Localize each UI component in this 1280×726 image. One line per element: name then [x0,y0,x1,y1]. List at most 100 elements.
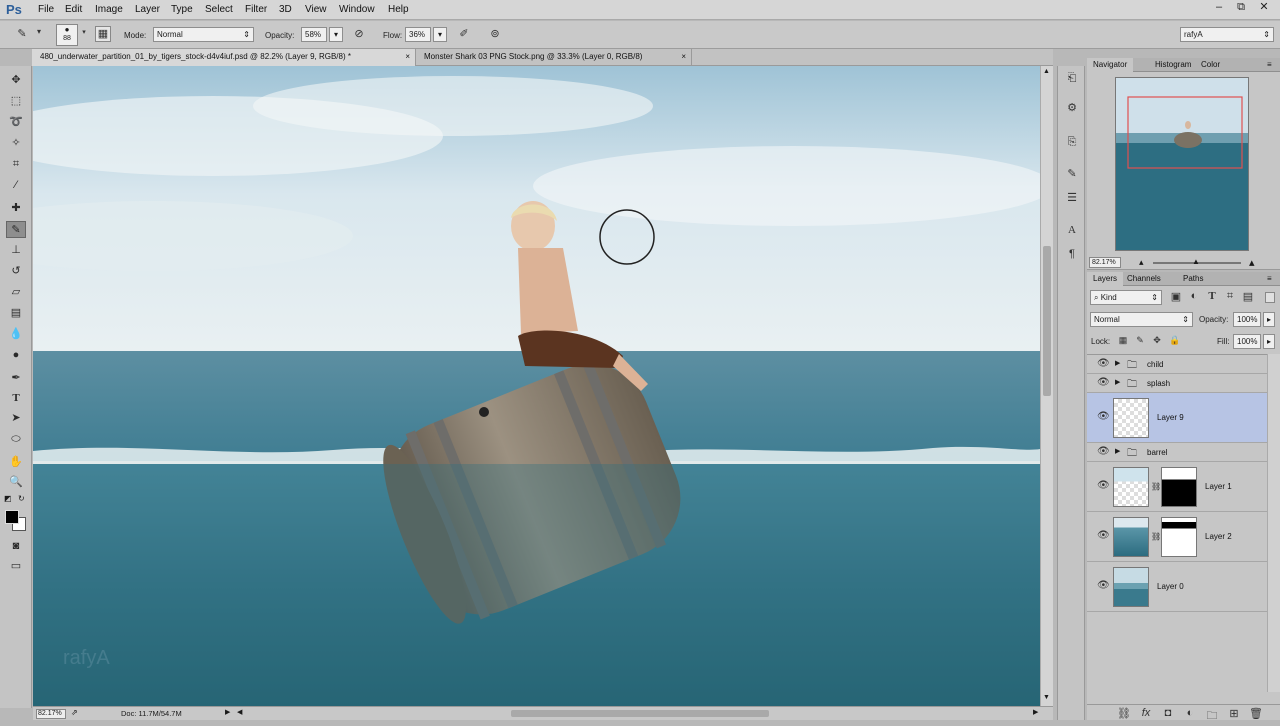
history-brush-tool-icon[interactable]: ↺ [6,263,26,280]
brush-tool-icon[interactable]: ✎ [6,221,26,238]
brush-size-dropdown-icon[interactable]: ▾ [80,28,88,36]
tab-histogram[interactable]: Histogram [1149,58,1197,72]
airbrush-icon[interactable]: ✐ [456,27,472,40]
blur-tool-icon[interactable]: 💧 [6,326,26,343]
panel-menu-icon[interactable]: ≡ [1267,274,1272,283]
path-select-tool-icon[interactable]: ➤ [6,410,26,427]
scroll-left-icon[interactable]: ◀ [237,708,242,716]
menu-image[interactable]: Image [95,4,123,15]
swap-colors-icon[interactable]: ↻ [18,494,25,503]
layer-row-barrel[interactable]: 👁 ▶ 🗀 barrel [1087,443,1267,462]
character-panel-icon[interactable]: A [1063,222,1081,238]
fill-dropdown-icon[interactable]: ▸ [1263,334,1275,349]
fill-field[interactable]: 100% [1233,334,1261,349]
layer-row-child[interactable]: 👁 ▶ 🗀 child [1087,355,1267,374]
scroll-up-icon[interactable]: ▲ [1043,68,1050,75]
tab-close-icon[interactable]: × [681,49,686,65]
tab-close-icon[interactable]: × [405,49,410,65]
tab-color[interactable]: Color [1195,58,1226,72]
layer-mask-thumbnail[interactable] [1161,467,1197,507]
new-group-icon[interactable]: 🗀 [1205,707,1219,726]
zoom-field[interactable]: 82.17% [36,709,66,719]
lock-pixels-icon[interactable]: ✎ [1134,335,1146,346]
tab-channels[interactable]: Channels [1121,272,1167,286]
navigator-zoom-field[interactable]: 82.17% [1089,257,1121,268]
menu-type[interactable]: Type [171,4,193,15]
workspace-select[interactable]: rafyA ⇕ [1180,27,1274,42]
brush-presets-panel-icon[interactable]: ✎ [1063,166,1081,182]
close-button[interactable]: ✕ [1255,2,1273,15]
link-layers-icon[interactable]: ⛓ [1117,707,1131,720]
layer-filter-select[interactable]: ⌕ Kind ⇕ [1090,290,1162,305]
lock-all-icon[interactable]: 🔒 [1169,335,1181,346]
tab-navigator[interactable]: Navigator [1087,58,1134,72]
visibility-eye-icon[interactable]: 👁 [1097,358,1110,369]
menu-file[interactable]: File [38,4,54,15]
flow-dropdown-icon[interactable]: ▾ [433,27,447,42]
filter-pixel-icon[interactable]: ▣ [1169,290,1183,303]
pressure-opacity-icon[interactable]: ⊘ [351,27,367,40]
layer-opacity-dropdown-icon[interactable]: ▸ [1263,312,1275,327]
adjustments-panel-icon[interactable]: ☰ [1063,190,1081,206]
gradient-tool-icon[interactable]: ▤ [6,305,26,322]
tab-paths[interactable]: Paths [1177,272,1209,286]
zoom-tool-icon[interactable]: 🔍 [6,474,26,491]
visibility-eye-icon[interactable]: 👁 [1097,530,1110,541]
menu-filter[interactable]: Filter [245,4,267,15]
visibility-eye-icon[interactable]: 👁 [1097,480,1110,491]
menu-select[interactable]: Select [205,4,233,15]
healing-tool-icon[interactable]: ✚ [6,200,26,217]
foreground-color-swatch[interactable] [5,510,19,524]
brush-preset-picker[interactable]: ● 88 [56,24,78,46]
marquee-tool-icon[interactable]: ⬚ [6,93,26,110]
scroll-right-icon[interactable]: ▶ [1033,708,1038,716]
eraser-tool-icon[interactable]: ▱ [6,284,26,301]
lock-position-icon[interactable]: ✥ [1151,335,1163,346]
scroll-thumb[interactable] [1043,246,1051,396]
filter-adjustment-icon[interactable]: ◐ [1187,290,1201,302]
tab-layers[interactable]: Layers [1087,272,1124,286]
restore-button[interactable]: ⧉ [1232,2,1250,15]
vertical-scrollbar[interactable]: ▲ ▼ [1040,66,1053,706]
history-panel-icon[interactable]: ⎗ [1063,70,1081,86]
visibility-eye-icon[interactable]: 👁 [1097,580,1110,591]
hand-tool-icon[interactable]: ✋ [6,454,26,471]
zoom-slider-handle[interactable]: ▲ [1192,257,1200,266]
mask-link-icon[interactable]: ⛓ [1151,482,1161,491]
opacity-field[interactable]: 58% [301,27,327,42]
delete-layer-icon[interactable]: 🗑 [1249,707,1263,720]
horizontal-scroll-thumb[interactable] [511,710,769,717]
new-layer-icon[interactable]: ⊞ [1227,707,1241,720]
stamp-tool-icon[interactable]: ⊥ [6,242,26,259]
expand-arrow-icon[interactable]: ▶ [1115,378,1120,386]
filter-type-icon[interactable]: T [1205,290,1219,302]
eyedropper-tool-icon[interactable]: ⁄ [6,177,26,194]
menu-window[interactable]: Window [339,4,375,15]
visibility-eye-icon[interactable]: 👁 [1097,377,1110,388]
menu-view[interactable]: View [305,4,327,15]
crop-tool-icon[interactable]: ⌗ [6,156,26,173]
adjustment-layer-icon[interactable]: ◐ [1183,707,1197,719]
lasso-tool-icon[interactable]: ➰ [6,114,26,131]
flow-field[interactable]: 36% [405,27,431,42]
move-tool-icon[interactable]: ✥ [6,72,26,89]
add-mask-icon[interactable]: ◘ [1161,707,1175,719]
clone-source-panel-icon[interactable]: ⎘ [1063,134,1081,150]
pressure-size-icon[interactable]: ⊚ [487,27,503,40]
tab-underwater-psd[interactable]: 480_underwater_partition_01_by_tigers_st… [32,49,416,66]
mask-link-icon[interactable]: ⛓ [1151,532,1161,541]
dodge-tool-icon[interactable]: ● [6,347,26,364]
quick-select-tool-icon[interactable]: ✧ [6,135,26,152]
screen-mode-icon[interactable]: ▭ [6,558,26,575]
properties-panel-icon[interactable]: ⚙ [1063,100,1081,116]
brush-panel-toggle-icon[interactable]: ▦ [95,26,111,42]
layer-row-layer-1[interactable]: 👁 ⛓ Layer 1 [1087,462,1267,512]
layer-row-layer-9[interactable]: 👁 Layer 9 [1087,393,1267,443]
opacity-dropdown-icon[interactable]: ▾ [329,27,343,42]
layer-style-icon[interactable]: fx [1139,707,1153,719]
tab-monster-shark[interactable]: Monster Shark 03 PNG Stock.png @ 33.3% (… [416,49,692,66]
minimize-button[interactable]: – [1210,2,1228,15]
menu-layer[interactable]: Layer [135,4,160,15]
default-colors-icon[interactable]: ◩ [4,494,12,503]
filter-smart-object-icon[interactable]: ▤ [1241,290,1255,303]
